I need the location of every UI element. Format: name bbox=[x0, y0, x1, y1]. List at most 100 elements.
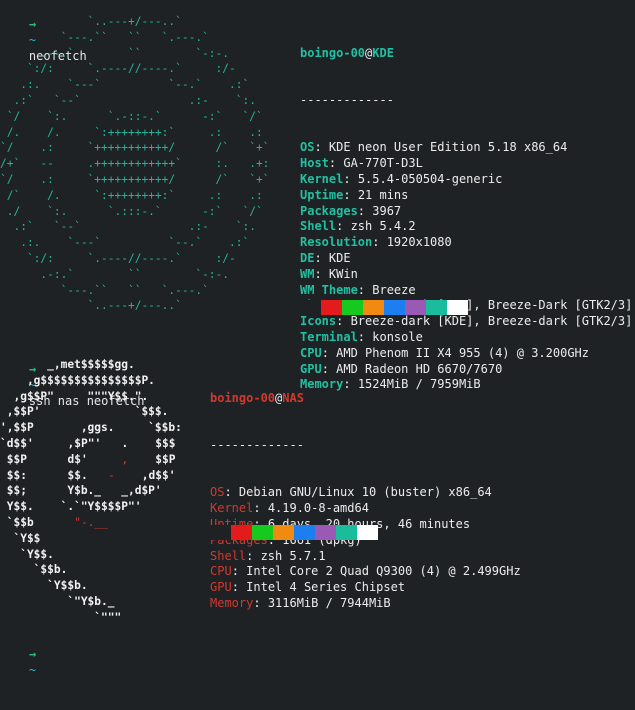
kde-user-host: boingo-00@KDE bbox=[300, 46, 632, 62]
kde-info-row: OS: KDE neon User Edition 5.18 x86_64 bbox=[300, 140, 632, 156]
color-swatch bbox=[357, 525, 378, 540]
color-swatch bbox=[315, 525, 336, 540]
info-value: 3116MiB / 7944MiB bbox=[267, 595, 391, 610]
info-key: WM bbox=[300, 266, 315, 281]
debian-info-row: Kernel: 4.19.0-8-amd64 bbox=[210, 501, 521, 517]
ascii-line: $$: $$. - ,d$$' bbox=[6, 468, 176, 482]
debian-info-row: GPU: Intel 4 Series Chipset bbox=[210, 580, 521, 596]
kde-info-row: Kernel: 5.5.4-050504-generic bbox=[300, 172, 632, 188]
debian-info-row: OS: Debian GNU/Linux 10 (buster) x86_64 bbox=[210, 485, 521, 501]
color-swatch bbox=[405, 300, 426, 315]
ascii-line: $$; Y$b._ _,d$P' bbox=[0, 484, 162, 498]
ascii-line: `$$b "-.__ bbox=[6, 515, 108, 529]
ascii-line: ',$$P ,ggs. `$$b: bbox=[0, 421, 182, 435]
info-colon: : bbox=[314, 250, 329, 265]
prompt-arrow-icon: → bbox=[28, 647, 37, 661]
debian-info-row: Shell: zsh 5.7.1 bbox=[210, 549, 521, 565]
kde-info-row: Icons: Breeze-dark [KDE], Breeze-dark [G… bbox=[300, 314, 632, 330]
info-value: Breeze bbox=[372, 282, 416, 297]
info-colon: : bbox=[246, 548, 261, 563]
kde-info-row: Terminal: konsole bbox=[300, 330, 632, 346]
info-colon: : bbox=[343, 171, 358, 186]
color-swatch bbox=[447, 300, 468, 315]
color-swatch bbox=[273, 525, 294, 540]
color-swatch bbox=[336, 525, 357, 540]
info-value: 5.5.4-050504-generic bbox=[357, 171, 503, 186]
info-value: KWin bbox=[328, 266, 358, 281]
ascii-line: `""" bbox=[0, 610, 122, 624]
color-swatch bbox=[300, 300, 321, 315]
kde-info-row: DE: KDE bbox=[300, 251, 632, 267]
debian-logo-ascii: _,met$$$$$gg. ,g$$$$$$$$$$$$$$$P. ,g$$P"… bbox=[0, 357, 182, 626]
info-value: KDE neon User Edition 5.18 x86_64 bbox=[328, 140, 568, 155]
info-value: zsh 5.7.1 bbox=[260, 548, 326, 563]
debian-username: boingo-00 bbox=[210, 390, 276, 405]
color-swatch bbox=[363, 300, 384, 315]
kde-separator: ------------- bbox=[300, 92, 394, 107]
info-value: 21 mins bbox=[357, 187, 409, 202]
debian-separator: ------------- bbox=[210, 437, 304, 452]
ascii-line: ,$$P' `$$$. bbox=[0, 405, 169, 419]
info-value: GA-770T-D3L bbox=[343, 156, 423, 171]
color-swatch bbox=[231, 525, 252, 540]
info-value: Breeze-dark [KDE], Breeze-dark [GTK2/3] bbox=[350, 314, 633, 329]
info-value: KDE bbox=[328, 250, 351, 265]
info-value: 4.19.0-8-amd64 bbox=[267, 501, 369, 516]
kde-info-row: Host: GA-770T-D3L bbox=[300, 156, 632, 172]
debian-color-palette bbox=[210, 525, 378, 540]
info-colon: : bbox=[314, 140, 329, 155]
info-key: Icons bbox=[300, 314, 337, 329]
color-swatch bbox=[252, 525, 273, 540]
info-colon: : bbox=[357, 282, 373, 297]
kde-info-row: Packages: 3967 bbox=[300, 204, 632, 220]
info-key: Kernel bbox=[210, 501, 254, 516]
debian-user-host: boingo-00@NAS bbox=[210, 391, 521, 407]
info-key: Shell bbox=[210, 548, 247, 563]
ascii-line: `$$b. bbox=[0, 563, 68, 577]
ascii-line: Y$$. `.`"Y$$$$P"' bbox=[0, 500, 142, 514]
info-value: Intel 4 Series Chipset bbox=[246, 580, 406, 595]
info-colon: : bbox=[314, 266, 329, 281]
info-key: Shell bbox=[300, 219, 337, 234]
info-value: AMD Phenom II X4 955 (4) @ 3.200GHz bbox=[336, 345, 590, 360]
info-colon: : bbox=[336, 219, 351, 234]
color-swatch bbox=[342, 300, 363, 315]
ascii-line: ,g$$P" """Y$$.". bbox=[0, 389, 149, 403]
info-colon: : bbox=[336, 314, 351, 329]
info-value: Debian GNU/Linux 10 (buster) x86_64 bbox=[238, 485, 492, 500]
terminal-window[interactable]: → ~ neofetch `..---+/---..` `---.`` `` `… bbox=[0, 0, 635, 677]
ascii-line: `d$$' ,$P"' . $$$ bbox=[0, 436, 176, 450]
info-key: Uptime bbox=[300, 187, 344, 202]
info-colon: : bbox=[231, 564, 247, 579]
info-value: 3967 bbox=[372, 203, 402, 218]
info-key: WM Theme bbox=[300, 282, 358, 297]
kde-hostname: KDE bbox=[372, 45, 394, 60]
info-value: konsole bbox=[372, 329, 423, 344]
ascii-line: $$P d$' , $$P bbox=[6, 452, 176, 466]
info-key: Kernel bbox=[300, 171, 344, 186]
info-value: 1920x1080 bbox=[386, 235, 452, 250]
color-swatch bbox=[321, 300, 342, 315]
kde-color-palette bbox=[300, 300, 468, 315]
ascii-line: ,g$$$$$$$$$$$$$$$P. bbox=[0, 373, 155, 387]
debian-hostname: NAS bbox=[282, 390, 304, 405]
ascii-line: `Y$$. bbox=[0, 547, 54, 561]
color-swatch bbox=[294, 525, 315, 540]
info-key: DE bbox=[300, 250, 315, 265]
info-colon: : bbox=[224, 485, 239, 500]
ascii-line: `Y$$b. bbox=[0, 579, 88, 593]
info-key: OS bbox=[300, 140, 315, 155]
info-key: CPU bbox=[300, 345, 322, 360]
info-colon: : bbox=[357, 203, 373, 218]
kde-info-row: Resolution: 1920x1080 bbox=[300, 235, 632, 251]
kde-info-row: Shell: zsh 5.4.2 bbox=[300, 219, 632, 235]
info-colon: : bbox=[231, 580, 247, 595]
info-key: Host bbox=[300, 156, 329, 171]
debian-field-list: OS: Debian GNU/Linux 10 (buster) x86_64 K… bbox=[210, 485, 521, 611]
info-key: Terminal bbox=[300, 329, 358, 344]
prompt-line-3[interactable]: → ~ bbox=[0, 630, 36, 710]
color-swatch bbox=[384, 300, 405, 315]
kde-info-row: WM: KWin bbox=[300, 267, 632, 283]
ascii-line: _,met$$$$$gg. bbox=[0, 358, 135, 371]
info-value: zsh 5.4.2 bbox=[350, 219, 416, 234]
